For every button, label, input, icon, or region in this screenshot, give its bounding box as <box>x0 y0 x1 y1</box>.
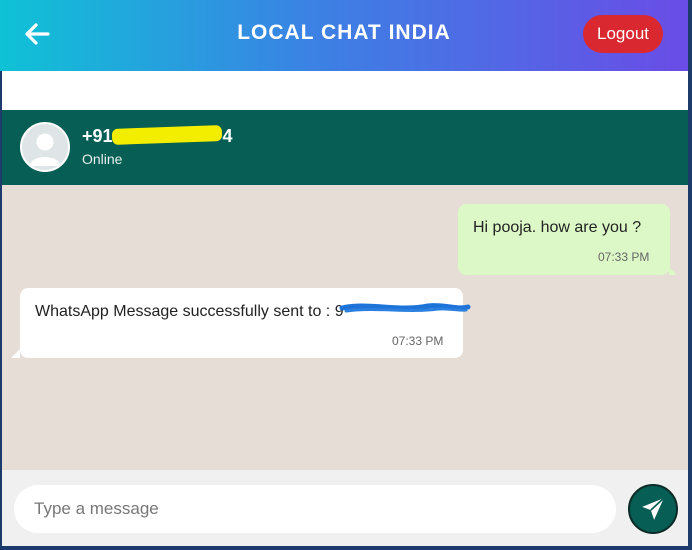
message-time: 07:33 PM <box>598 250 650 264</box>
window-frame-bottom <box>0 546 692 550</box>
message-composer <box>2 470 688 546</box>
window-frame-right <box>688 0 692 550</box>
message-bubble-outgoing: Hi pooja. how are you ? 07:33 PM <box>458 204 677 275</box>
message-text: WhatsApp Message successfully sent to : … <box>35 303 344 320</box>
message-time: 07:33 PM <box>392 334 444 348</box>
message-bubble-incoming: WhatsApp Message successfully sent to : … <box>11 288 463 358</box>
message-text: Hi pooja. how are you ? <box>473 219 642 236</box>
app-header: LOCAL CHAT INDIA Logout <box>0 0 688 71</box>
contact-number-suffix: 4 <box>222 126 233 146</box>
contact-status: Online <box>82 151 123 167</box>
bubble-tail <box>669 267 677 275</box>
user-avatar-icon[interactable] <box>20 122 70 172</box>
bubble-tail <box>11 349 20 358</box>
contact-header: +91 4 Online <box>2 110 688 185</box>
paper-plane-icon <box>642 497 665 520</box>
contact-number-prefix: +91 <box>82 126 113 146</box>
redaction-mark-blue <box>339 303 471 313</box>
message-input[interactable] <box>14 485 616 533</box>
logout-button[interactable]: Logout <box>583 15 663 53</box>
send-button[interactable] <box>628 484 678 534</box>
